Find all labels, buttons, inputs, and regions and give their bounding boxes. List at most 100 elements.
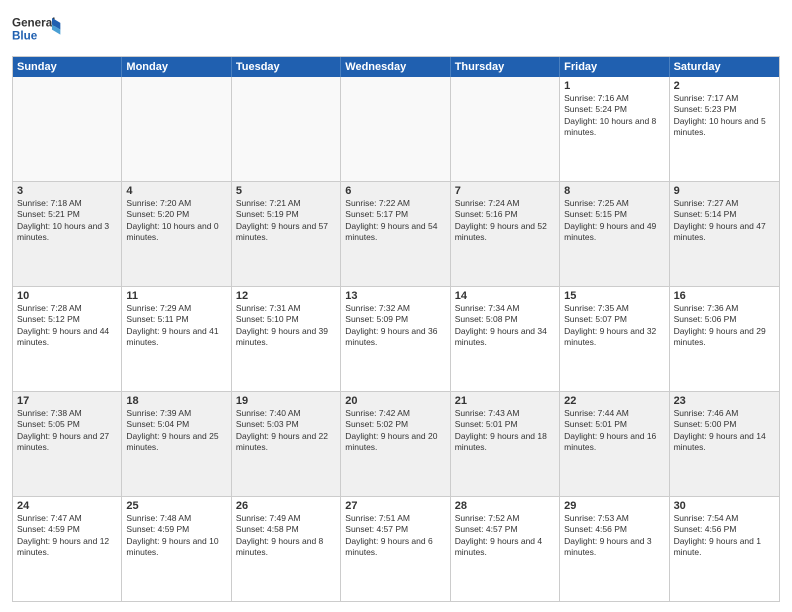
calendar-cell (122, 77, 231, 181)
day-number: 5 (236, 185, 336, 197)
day-info: Sunrise: 7:29 AM Sunset: 5:11 PM Dayligh… (126, 303, 226, 349)
calendar: SundayMondayTuesdayWednesdayThursdayFrid… (12, 56, 780, 602)
logo: General Blue (12, 10, 62, 50)
day-info: Sunrise: 7:22 AM Sunset: 5:17 PM Dayligh… (345, 198, 445, 244)
day-number: 8 (564, 185, 664, 197)
calendar-cell: 7Sunrise: 7:24 AM Sunset: 5:16 PM Daylig… (451, 182, 560, 286)
day-number: 16 (674, 290, 775, 302)
day-info: Sunrise: 7:16 AM Sunset: 5:24 PM Dayligh… (564, 93, 664, 139)
day-number: 6 (345, 185, 445, 197)
day-info: Sunrise: 7:53 AM Sunset: 4:56 PM Dayligh… (564, 513, 664, 559)
day-number: 14 (455, 290, 555, 302)
calendar-header: SundayMondayTuesdayWednesdayThursdayFrid… (13, 57, 779, 77)
day-number: 3 (17, 185, 117, 197)
day-info: Sunrise: 7:38 AM Sunset: 5:05 PM Dayligh… (17, 408, 117, 454)
calendar-cell: 2Sunrise: 7:17 AM Sunset: 5:23 PM Daylig… (670, 77, 779, 181)
day-number: 27 (345, 500, 445, 512)
calendar-cell: 22Sunrise: 7:44 AM Sunset: 5:01 PM Dayli… (560, 392, 669, 496)
calendar-cell: 11Sunrise: 7:29 AM Sunset: 5:11 PM Dayli… (122, 287, 231, 391)
calendar-cell: 12Sunrise: 7:31 AM Sunset: 5:10 PM Dayli… (232, 287, 341, 391)
weekday-header: Monday (122, 57, 231, 77)
day-info: Sunrise: 7:31 AM Sunset: 5:10 PM Dayligh… (236, 303, 336, 349)
calendar-cell: 24Sunrise: 7:47 AM Sunset: 4:59 PM Dayli… (13, 497, 122, 601)
day-info: Sunrise: 7:18 AM Sunset: 5:21 PM Dayligh… (17, 198, 117, 244)
day-number: 13 (345, 290, 445, 302)
day-number: 26 (236, 500, 336, 512)
day-number: 28 (455, 500, 555, 512)
day-info: Sunrise: 7:51 AM Sunset: 4:57 PM Dayligh… (345, 513, 445, 559)
day-number: 9 (674, 185, 775, 197)
calendar-row: 24Sunrise: 7:47 AM Sunset: 4:59 PM Dayli… (13, 497, 779, 601)
calendar-row: 1Sunrise: 7:16 AM Sunset: 5:24 PM Daylig… (13, 77, 779, 182)
day-info: Sunrise: 7:47 AM Sunset: 4:59 PM Dayligh… (17, 513, 117, 559)
weekday-header: Wednesday (341, 57, 450, 77)
calendar-body: 1Sunrise: 7:16 AM Sunset: 5:24 PM Daylig… (13, 77, 779, 601)
day-number: 23 (674, 395, 775, 407)
calendar-row: 17Sunrise: 7:38 AM Sunset: 5:05 PM Dayli… (13, 392, 779, 497)
calendar-cell (232, 77, 341, 181)
calendar-cell: 28Sunrise: 7:52 AM Sunset: 4:57 PM Dayli… (451, 497, 560, 601)
calendar-row: 3Sunrise: 7:18 AM Sunset: 5:21 PM Daylig… (13, 182, 779, 287)
day-info: Sunrise: 7:44 AM Sunset: 5:01 PM Dayligh… (564, 408, 664, 454)
day-info: Sunrise: 7:52 AM Sunset: 4:57 PM Dayligh… (455, 513, 555, 559)
weekday-header: Saturday (670, 57, 779, 77)
day-number: 25 (126, 500, 226, 512)
page: General Blue SundayMondayTuesdayWednesda… (0, 0, 792, 612)
day-info: Sunrise: 7:34 AM Sunset: 5:08 PM Dayligh… (455, 303, 555, 349)
calendar-cell: 29Sunrise: 7:53 AM Sunset: 4:56 PM Dayli… (560, 497, 669, 601)
day-info: Sunrise: 7:32 AM Sunset: 5:09 PM Dayligh… (345, 303, 445, 349)
calendar-cell: 9Sunrise: 7:27 AM Sunset: 5:14 PM Daylig… (670, 182, 779, 286)
day-info: Sunrise: 7:27 AM Sunset: 5:14 PM Dayligh… (674, 198, 775, 244)
calendar-cell: 16Sunrise: 7:36 AM Sunset: 5:06 PM Dayli… (670, 287, 779, 391)
calendar-cell: 3Sunrise: 7:18 AM Sunset: 5:21 PM Daylig… (13, 182, 122, 286)
day-info: Sunrise: 7:25 AM Sunset: 5:15 PM Dayligh… (564, 198, 664, 244)
day-number: 30 (674, 500, 775, 512)
day-info: Sunrise: 7:54 AM Sunset: 4:56 PM Dayligh… (674, 513, 775, 559)
day-info: Sunrise: 7:35 AM Sunset: 5:07 PM Dayligh… (564, 303, 664, 349)
day-number: 4 (126, 185, 226, 197)
day-number: 29 (564, 500, 664, 512)
weekday-header: Tuesday (232, 57, 341, 77)
header: General Blue (12, 10, 780, 50)
calendar-cell: 21Sunrise: 7:43 AM Sunset: 5:01 PM Dayli… (451, 392, 560, 496)
day-number: 1 (564, 80, 664, 92)
weekday-header: Friday (560, 57, 669, 77)
calendar-cell: 17Sunrise: 7:38 AM Sunset: 5:05 PM Dayli… (13, 392, 122, 496)
day-number: 11 (126, 290, 226, 302)
day-info: Sunrise: 7:24 AM Sunset: 5:16 PM Dayligh… (455, 198, 555, 244)
day-number: 18 (126, 395, 226, 407)
weekday-header: Thursday (451, 57, 560, 77)
calendar-cell: 4Sunrise: 7:20 AM Sunset: 5:20 PM Daylig… (122, 182, 231, 286)
calendar-cell: 27Sunrise: 7:51 AM Sunset: 4:57 PM Dayli… (341, 497, 450, 601)
day-number: 10 (17, 290, 117, 302)
calendar-cell: 10Sunrise: 7:28 AM Sunset: 5:12 PM Dayli… (13, 287, 122, 391)
calendar-cell (341, 77, 450, 181)
day-number: 17 (17, 395, 117, 407)
day-number: 2 (674, 80, 775, 92)
day-number: 22 (564, 395, 664, 407)
calendar-cell: 14Sunrise: 7:34 AM Sunset: 5:08 PM Dayli… (451, 287, 560, 391)
calendar-cell: 6Sunrise: 7:22 AM Sunset: 5:17 PM Daylig… (341, 182, 450, 286)
calendar-cell: 15Sunrise: 7:35 AM Sunset: 5:07 PM Dayli… (560, 287, 669, 391)
calendar-cell: 20Sunrise: 7:42 AM Sunset: 5:02 PM Dayli… (341, 392, 450, 496)
day-number: 21 (455, 395, 555, 407)
calendar-cell: 5Sunrise: 7:21 AM Sunset: 5:19 PM Daylig… (232, 182, 341, 286)
calendar-cell: 26Sunrise: 7:49 AM Sunset: 4:58 PM Dayli… (232, 497, 341, 601)
day-info: Sunrise: 7:21 AM Sunset: 5:19 PM Dayligh… (236, 198, 336, 244)
calendar-cell: 19Sunrise: 7:40 AM Sunset: 5:03 PM Dayli… (232, 392, 341, 496)
svg-text:General: General (12, 16, 55, 29)
day-number: 19 (236, 395, 336, 407)
calendar-cell: 1Sunrise: 7:16 AM Sunset: 5:24 PM Daylig… (560, 77, 669, 181)
day-number: 12 (236, 290, 336, 302)
day-info: Sunrise: 7:17 AM Sunset: 5:23 PM Dayligh… (674, 93, 775, 139)
calendar-cell (13, 77, 122, 181)
day-info: Sunrise: 7:40 AM Sunset: 5:03 PM Dayligh… (236, 408, 336, 454)
day-number: 7 (455, 185, 555, 197)
day-info: Sunrise: 7:42 AM Sunset: 5:02 PM Dayligh… (345, 408, 445, 454)
day-number: 15 (564, 290, 664, 302)
calendar-cell: 25Sunrise: 7:48 AM Sunset: 4:59 PM Dayli… (122, 497, 231, 601)
day-info: Sunrise: 7:28 AM Sunset: 5:12 PM Dayligh… (17, 303, 117, 349)
calendar-cell: 30Sunrise: 7:54 AM Sunset: 4:56 PM Dayli… (670, 497, 779, 601)
day-info: Sunrise: 7:20 AM Sunset: 5:20 PM Dayligh… (126, 198, 226, 244)
logo-icon: General Blue (12, 10, 62, 50)
